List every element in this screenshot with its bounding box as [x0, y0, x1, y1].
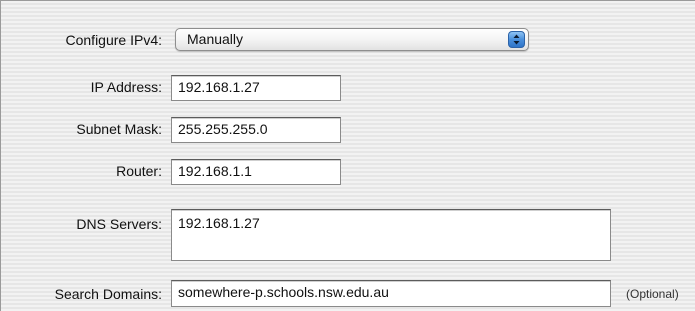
configure-ipv4-value: Manually	[187, 31, 244, 47]
dns-servers-label: DNS Servers:	[76, 216, 162, 232]
configure-ipv4-label: Configure IPv4:	[65, 32, 163, 48]
ip-address-field[interactable]: 192.168.1.27	[171, 75, 341, 101]
subnet-mask-field[interactable]: 255.255.255.0	[171, 117, 341, 143]
subnet-mask-label: Subnet Mask:	[76, 121, 162, 137]
search-domains-field[interactable]: somewhere-p.schools.nsw.edu.au	[171, 280, 611, 307]
dns-servers-field[interactable]: 192.168.1.27	[171, 209, 611, 261]
configure-ipv4-popup[interactable]: Manually	[175, 28, 529, 51]
search-domains-label: Search Domains:	[54, 286, 162, 302]
router-field[interactable]: 192.168.1.1	[171, 159, 341, 185]
router-label: Router:	[116, 163, 162, 179]
popup-arrows-icon	[508, 31, 525, 48]
network-settings-panel: Configure IPv4: Manually IP Address: 192…	[0, 0, 695, 311]
ip-address-label: IP Address:	[90, 79, 162, 95]
optional-hint: (Optional)	[626, 287, 679, 301]
